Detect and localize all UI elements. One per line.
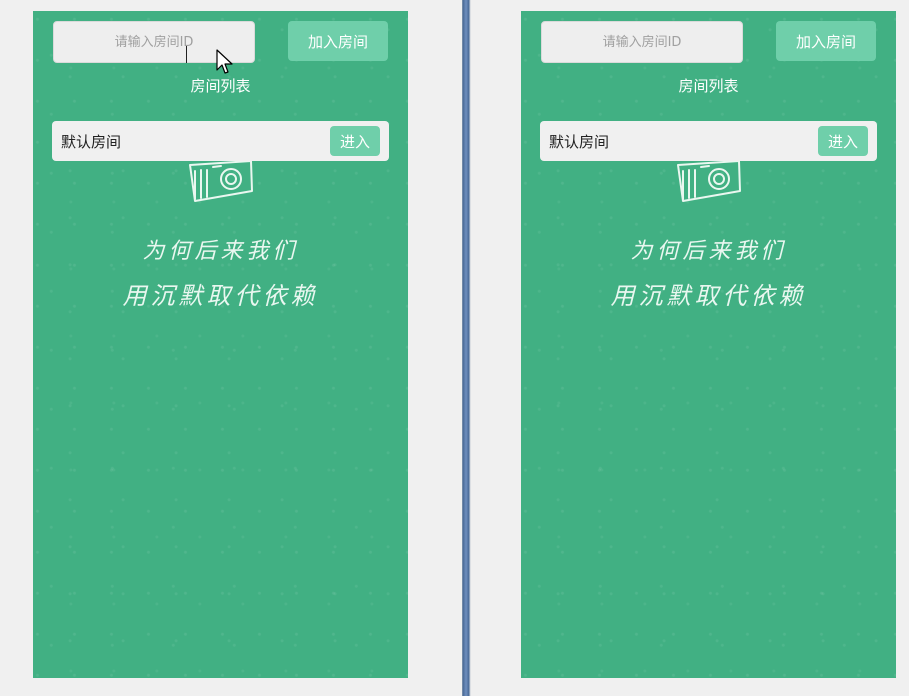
- slogan-line-1: 为何后来我们: [630, 239, 787, 264]
- chat-room-app: 加入房间 房间列表 默认房间 进入 为何后来我们 用沉默取代依赖: [521, 11, 896, 678]
- window-divider: [462, 0, 471, 696]
- room-list-title: 房间列表: [678, 77, 739, 95]
- text-caret: [186, 46, 187, 63]
- right-browser-window: 加入房间 房间列表 默认房间 进入 为何后来我们 用沉默取代依赖: [471, 0, 909, 696]
- chat-room-app: 加入房间 房间列表 默认房间 进入 为何后来我们 用沉默取代依赖: [33, 11, 408, 678]
- room-id-input[interactable]: [541, 21, 743, 63]
- camera-icon: [189, 161, 253, 202]
- list-item: 默认房间 进入: [52, 121, 389, 161]
- slogan-line-2: 用沉默取代依赖: [122, 282, 319, 310]
- slogan-line-1: 为何后来我们: [142, 239, 299, 264]
- join-room-button[interactable]: 加入房间: [288, 21, 388, 61]
- room-list-title: 房间列表: [190, 77, 251, 95]
- left-browser-window: 加入房间 房间列表 默认房间 进入 为何后来我们 用沉默取代依赖: [0, 0, 462, 696]
- mouse-cursor-icon: [216, 49, 233, 74]
- enter-room-button[interactable]: 进入: [818, 126, 868, 156]
- camera-icon: [677, 161, 741, 202]
- room-name: 默认房间: [549, 133, 610, 151]
- join-room-button[interactable]: 加入房间: [776, 21, 876, 61]
- enter-room-button[interactable]: 进入: [330, 126, 380, 156]
- room-name: 默认房间: [61, 133, 122, 151]
- slogan-line-2: 用沉默取代依赖: [610, 282, 807, 310]
- list-item: 默认房间 进入: [540, 121, 877, 161]
